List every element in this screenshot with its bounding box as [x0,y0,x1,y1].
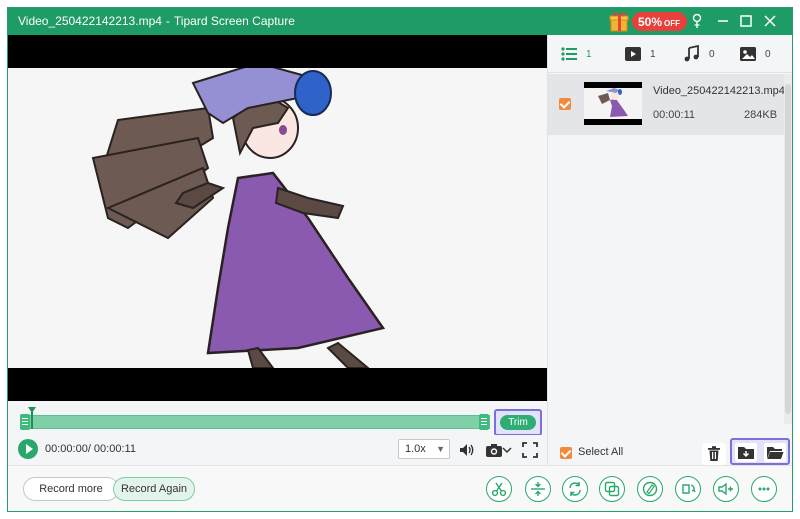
tab-all[interactable]: 1 [560,45,592,63]
speed-select[interactable]: 1.0x ▼ [398,439,450,459]
title-app-name: Tipard Screen Capture [173,14,295,28]
camera-options-chevron-icon[interactable] [502,441,512,459]
volume-tool-button[interactable] [713,476,739,502]
edit-icon [642,481,658,497]
promo-offer[interactable]: 50% OFF [608,11,688,32]
record-more-button[interactable]: Record more [23,477,119,501]
image-icon [740,47,756,61]
tab-audio-count: 0 [709,48,715,60]
select-all-checkbox[interactable] [560,447,572,459]
file-name: Video_250422142213.mp4 [653,85,785,97]
timeline-track[interactable] [20,415,490,429]
tab-image[interactable]: 0 [739,45,771,63]
close-icon[interactable] [761,12,779,30]
convert-tool-button[interactable] [562,476,588,502]
scissors-icon [491,482,507,497]
open-folder-icon [767,447,784,459]
speed-value: 1.0x [405,443,426,455]
file-checkbox[interactable] [559,98,571,110]
trash-icon [708,446,720,461]
panel-scrollbar[interactable] [784,74,792,424]
video-preview[interactable] [8,35,547,401]
delete-button[interactable] [702,443,726,465]
discount-percent: 50% [638,14,663,29]
media-panel: 1 1 0 0 Video_250422142213.mp4 00:00:11 … [547,35,792,465]
folder-actions-highlight [730,438,790,465]
trim-start-handle[interactable] [20,414,30,430]
title-separator: - [165,14,170,28]
tab-video-count: 1 [650,48,656,60]
tab-video[interactable]: 1 [624,45,656,63]
save-to-folder-button[interactable] [735,443,757,462]
discount-badge: 50% OFF [632,12,688,31]
gift-icon [609,12,629,32]
merge-icon [531,482,545,496]
media-tabs: 1 1 0 0 [548,35,792,73]
crop-tool-button[interactable] [599,476,625,502]
chevron-down-icon: ▼ [436,444,445,454]
folder-import-icon [738,447,754,459]
list-item[interactable]: Video_250422142213.mp4 00:00:11 284KB [548,74,785,135]
trim-button[interactable]: Trim [500,415,536,430]
video-icon [625,47,641,61]
minimize-icon[interactable] [714,12,732,30]
panel-footer: Select All [548,435,792,465]
timeline[interactable]: Trim [8,401,547,436]
fullscreen-icon[interactable] [521,441,539,459]
anime-character-illustration [91,68,386,368]
tab-all-count: 1 [586,48,592,60]
crop-icon [604,481,620,497]
pin-icon[interactable] [688,12,706,30]
rotate-icon [682,484,696,494]
tab-image-count: 0 [765,48,771,60]
tab-audio[interactable]: 0 [683,45,715,63]
play-button[interactable] [18,439,38,459]
title-filename: Video_250422142213.mp4 [18,14,162,28]
more-icon [758,487,770,491]
more-tools-button[interactable] [751,476,777,502]
trim-end-handle[interactable] [479,414,489,430]
discount-off: OFF [664,18,681,28]
trim-highlight: Trim [494,409,542,436]
window-title: Video_250422142213.mp4- Tipard Screen Cap… [18,14,295,28]
video-thumbnail [584,82,642,125]
trim-tool-button[interactable] [486,476,512,502]
scrollbar-thumb[interactable] [785,84,791,414]
playback-controls: 00:00:00/ 00:00:11 1.0x ▼ [8,435,547,465]
rotate-tool-button[interactable] [675,476,701,502]
volume-icon[interactable] [458,441,476,459]
record-again-button[interactable]: Record Again [113,477,195,501]
maximize-icon[interactable] [737,12,755,30]
bottom-toolbar: Record more Record Again [8,465,792,511]
title-bar: Video_250422142213.mp4- Tipard Screen Cap… [8,8,792,35]
volume-plus-icon [718,482,733,496]
video-frame [8,68,547,368]
convert-icon [569,482,581,496]
playhead-line [31,412,33,429]
file-size: 284KB [744,109,778,121]
time-display: 00:00:00/ 00:00:11 [45,443,136,455]
list-icon [561,47,577,61]
music-icon [684,45,699,62]
edit-tool-button[interactable] [637,476,663,502]
camera-icon[interactable] [485,441,503,459]
open-folder-button[interactable] [764,443,786,462]
file-duration: 00:00:11 [653,109,696,121]
app-window: Video_250422142213.mp4- Tipard Screen Cap… [7,7,793,512]
merge-tool-button[interactable] [525,476,551,502]
select-all-label[interactable]: Select All [578,446,623,458]
